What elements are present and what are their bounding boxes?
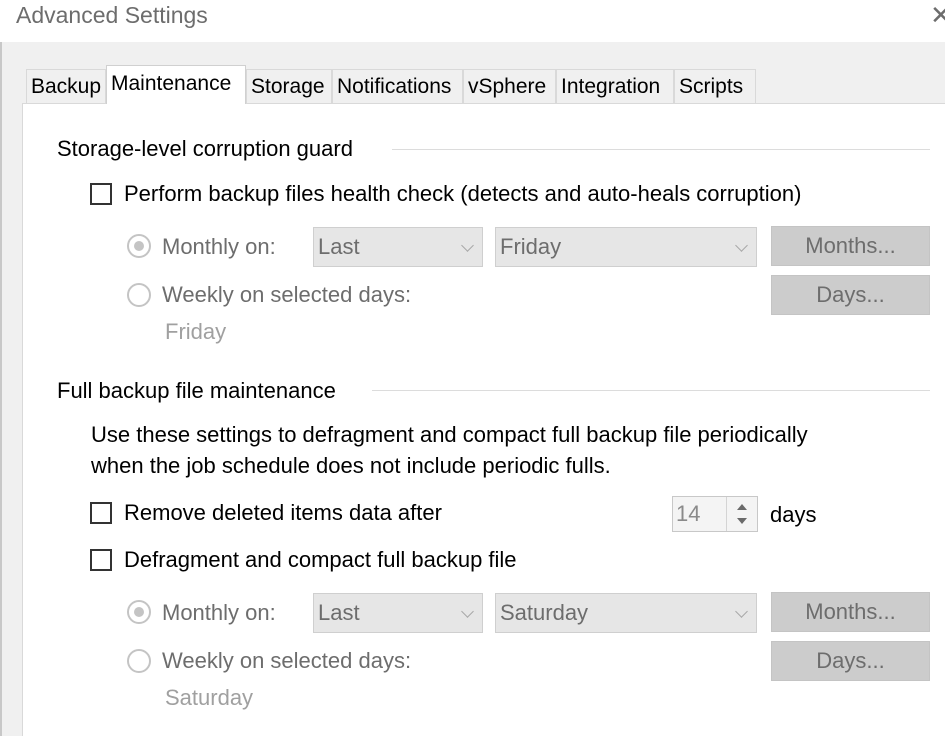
tab-storage[interactable]: Storage xyxy=(246,69,332,103)
tab-vsphere[interactable]: vSphere xyxy=(463,69,556,103)
defrag-day-select[interactable]: Saturday xyxy=(495,593,757,633)
tab-label: Notifications xyxy=(337,75,452,98)
defrag-monthly-label[interactable]: Monthly on: xyxy=(162,600,276,626)
stepper-buttons xyxy=(726,497,757,531)
group-divider xyxy=(372,390,930,391)
defrag-checkbox[interactable] xyxy=(90,549,112,571)
days-button[interactable]: Days... xyxy=(771,275,930,315)
chevron-down-icon xyxy=(735,239,748,252)
defrag-weekly-days-summary: Saturday xyxy=(165,685,254,710)
remove-deleted-label[interactable]: Remove deleted items data after xyxy=(124,500,442,526)
maintenance-description: Use these settings to defragment and com… xyxy=(91,419,808,481)
tab-backup[interactable]: Backup xyxy=(26,69,106,103)
days-unit-label: days xyxy=(770,502,817,527)
tab-label: Maintenance xyxy=(111,72,232,95)
defrag-weekly-label[interactable]: Weekly on selected days: xyxy=(162,648,411,674)
weekly-days-summary: Friday xyxy=(165,319,227,344)
monthly-day-select[interactable]: Friday xyxy=(495,227,757,267)
defrag-week-select[interactable]: Last xyxy=(313,593,483,633)
monthly-label[interactable]: Monthly on: xyxy=(162,234,276,260)
months-button[interactable]: Months... xyxy=(771,226,930,266)
health-check-checkbox[interactable] xyxy=(90,183,112,205)
select-value: Last xyxy=(318,600,360,625)
select-value: Friday xyxy=(500,234,562,259)
select-value: Last xyxy=(318,234,360,259)
weekly-label[interactable]: Weekly on selected days: xyxy=(162,282,411,308)
tab-scripts[interactable]: Scripts xyxy=(674,69,756,103)
defrag-days-button[interactable]: Days... xyxy=(771,641,930,681)
corruption-guard-title: Storage-level corruption guard xyxy=(57,136,361,162)
tab-maintenance[interactable]: Maintenance xyxy=(106,65,246,104)
tab-integration[interactable]: Integration xyxy=(556,69,674,103)
defrag-monthly-radio[interactable] xyxy=(127,600,151,624)
defrag-label[interactable]: Defragment and compact full backup file xyxy=(124,547,517,573)
chevron-down-icon xyxy=(461,239,474,252)
chevron-down-icon xyxy=(461,605,474,618)
stepper-value: 14 xyxy=(676,501,701,526)
tab-label: Scripts xyxy=(679,75,744,98)
weekly-radio[interactable] xyxy=(127,283,151,307)
description-line: when the job schedule does not include p… xyxy=(91,453,611,478)
tab-notifications[interactable]: Notifications xyxy=(332,69,463,103)
select-value: Saturday xyxy=(500,600,589,625)
monthly-radio[interactable] xyxy=(127,234,151,258)
health-check-label[interactable]: Perform backup files health check (detec… xyxy=(124,181,801,207)
tab-label: vSphere xyxy=(468,75,547,98)
group-divider xyxy=(392,149,930,150)
defrag-weekly-radio[interactable] xyxy=(127,649,151,673)
arrow-down-icon[interactable] xyxy=(737,518,747,524)
close-icon[interactable]: ✕ xyxy=(930,0,945,31)
full-maintenance-title: Full backup file maintenance xyxy=(57,378,344,404)
chevron-down-icon xyxy=(735,605,748,618)
description-line: Use these settings to defragment and com… xyxy=(91,422,808,447)
remove-deleted-checkbox[interactable] xyxy=(90,502,112,524)
remove-days-stepper[interactable]: 14 xyxy=(672,496,758,532)
window-title: Advanced Settings xyxy=(16,2,208,28)
title-bar: Advanced Settings ✕ xyxy=(0,0,945,42)
window-border xyxy=(0,42,2,736)
arrow-up-icon[interactable] xyxy=(737,504,747,510)
tab-label: Backup xyxy=(31,75,102,98)
defrag-months-button[interactable]: Months... xyxy=(771,592,930,632)
monthly-week-select[interactable]: Last xyxy=(313,227,483,267)
tab-label: Integration xyxy=(561,75,661,98)
tab-label: Storage xyxy=(251,75,325,98)
